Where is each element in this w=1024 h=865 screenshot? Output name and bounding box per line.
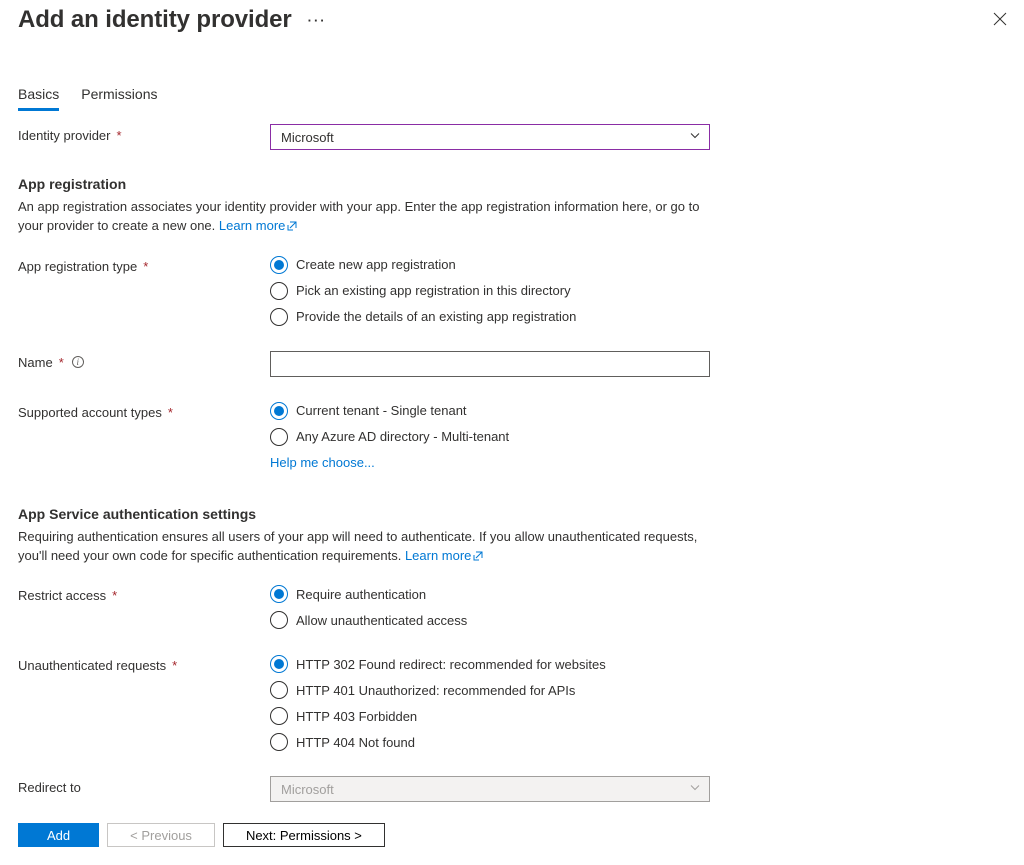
close-button[interactable]	[986, 6, 1014, 34]
field-restrict-access: Restrict access * Require authentication …	[18, 584, 1006, 630]
radio-label: Allow unauthenticated access	[296, 613, 467, 628]
field-supported-account-types: Supported account types * Current tenant …	[18, 401, 1006, 470]
label-text: Unauthenticated requests	[18, 658, 166, 673]
identity-provider-select[interactable]: Microsoft	[270, 124, 710, 150]
required-marker: *	[59, 355, 64, 370]
add-button[interactable]: Add	[18, 823, 99, 847]
chevron-down-icon	[689, 782, 701, 797]
dialog-header: Add an identity provider ···	[18, 0, 1006, 34]
label-text: Restrict access	[18, 588, 106, 603]
help-me-choose-link[interactable]: Help me choose...	[270, 455, 509, 470]
field-name: Name * i	[18, 351, 1006, 377]
external-link-icon	[473, 548, 483, 567]
more-icon[interactable]: ···	[308, 13, 327, 28]
app-registration-desc: An app registration associates your iden…	[18, 198, 718, 237]
previous-button: < Previous	[107, 823, 215, 847]
required-marker: *	[117, 128, 122, 143]
radio-icon	[270, 308, 288, 326]
auth-settings-desc: Requiring authentication ensures all use…	[18, 528, 718, 567]
desc-text: Requiring authentication ensures all use…	[18, 529, 697, 563]
radio-single-tenant[interactable]: Current tenant - Single tenant	[270, 401, 509, 421]
select-value: Microsoft	[281, 782, 334, 797]
redirect-to-label: Redirect to	[18, 776, 270, 795]
radio-icon	[270, 707, 288, 725]
learn-more-link-app-reg[interactable]: Learn more	[219, 218, 297, 233]
identity-provider-label: Identity provider *	[18, 124, 270, 143]
radio-icon	[270, 256, 288, 274]
required-marker: *	[112, 588, 117, 603]
app-registration-type-label: App registration type *	[18, 255, 270, 274]
link-text: Learn more	[405, 548, 471, 563]
tabs: Basics Permissions	[18, 86, 1006, 110]
field-identity-provider: Identity provider * Microsoft	[18, 124, 1006, 150]
label-text: Supported account types	[18, 405, 162, 420]
radio-require-auth[interactable]: Require authentication	[270, 584, 467, 604]
unauthenticated-requests-label: Unauthenticated requests *	[18, 654, 270, 673]
auth-settings-heading: App Service authentication settings	[18, 506, 1006, 522]
radio-multi-tenant[interactable]: Any Azure AD directory - Multi-tenant	[270, 427, 509, 447]
external-link-icon	[287, 218, 297, 237]
radio-label: Require authentication	[296, 587, 426, 602]
field-redirect-to: Redirect to Microsoft	[18, 776, 1006, 802]
radio-http-302[interactable]: HTTP 302 Found redirect: recommended for…	[270, 654, 606, 674]
info-icon[interactable]: i	[72, 356, 84, 368]
tab-permissions[interactable]: Permissions	[81, 86, 157, 111]
app-registration-heading: App registration	[18, 176, 1006, 192]
radio-http-403[interactable]: HTTP 403 Forbidden	[270, 706, 606, 726]
field-unauthenticated-requests: Unauthenticated requests * HTTP 302 Found…	[18, 654, 1006, 752]
chevron-down-icon	[689, 130, 701, 145]
radio-icon	[270, 733, 288, 751]
radio-label: Any Azure AD directory - Multi-tenant	[296, 429, 509, 444]
radio-label: Provide the details of an existing app r…	[296, 309, 576, 324]
radio-create-new[interactable]: Create new app registration	[270, 255, 576, 275]
radio-icon	[270, 282, 288, 300]
unauthenticated-requests-radios: HTTP 302 Found redirect: recommended for…	[270, 654, 606, 752]
radio-http-404[interactable]: HTTP 404 Not found	[270, 732, 606, 752]
required-marker: *	[168, 405, 173, 420]
required-marker: *	[143, 259, 148, 274]
label-text: Name	[18, 355, 53, 370]
radio-label: Pick an existing app registration in thi…	[296, 283, 571, 298]
radio-label: HTTP 404 Not found	[296, 735, 415, 750]
restrict-access-label: Restrict access *	[18, 584, 270, 603]
supported-account-types-radios: Current tenant - Single tenant Any Azure…	[270, 401, 509, 470]
field-app-registration-type: App registration type * Create new app re…	[18, 255, 1006, 327]
redirect-to-select: Microsoft	[270, 776, 710, 802]
next-button[interactable]: Next: Permissions >	[223, 823, 385, 847]
label-text: App registration type	[18, 259, 137, 274]
page-title: Add an identity provider	[18, 6, 292, 34]
radio-label: HTTP 401 Unauthorized: recommended for A…	[296, 683, 575, 698]
required-marker: *	[172, 658, 177, 673]
label-text: Identity provider	[18, 128, 111, 143]
radio-icon	[270, 611, 288, 629]
radio-icon	[270, 402, 288, 420]
radio-icon	[270, 428, 288, 446]
dialog-add-identity-provider: Add an identity provider ··· Basics Perm…	[0, 0, 1024, 865]
select-value: Microsoft	[281, 130, 334, 145]
radio-http-401[interactable]: HTTP 401 Unauthorized: recommended for A…	[270, 680, 606, 700]
radio-label: HTTP 403 Forbidden	[296, 709, 417, 724]
radio-label: Create new app registration	[296, 257, 456, 272]
radio-provide-details[interactable]: Provide the details of an existing app r…	[270, 307, 576, 327]
app-registration-type-radios: Create new app registration Pick an exis…	[270, 255, 576, 327]
desc-text: An app registration associates your iden…	[18, 199, 699, 233]
name-input[interactable]	[270, 351, 710, 377]
radio-icon	[270, 655, 288, 673]
dialog-footer: Add < Previous Next: Permissions >	[18, 811, 1006, 855]
close-icon	[993, 12, 1007, 29]
label-text: Redirect to	[18, 780, 81, 795]
name-label: Name * i	[18, 351, 270, 370]
link-text: Learn more	[219, 218, 285, 233]
radio-label: Current tenant - Single tenant	[296, 403, 467, 418]
radio-allow-unauth[interactable]: Allow unauthenticated access	[270, 610, 467, 630]
radio-icon	[270, 681, 288, 699]
dialog-content: Identity provider * Microsoft App registr…	[18, 110, 1006, 811]
radio-icon	[270, 585, 288, 603]
tab-basics[interactable]: Basics	[18, 86, 59, 111]
radio-pick-existing[interactable]: Pick an existing app registration in thi…	[270, 281, 576, 301]
restrict-access-radios: Require authentication Allow unauthentic…	[270, 584, 467, 630]
supported-account-types-label: Supported account types *	[18, 401, 270, 420]
learn-more-link-auth[interactable]: Learn more	[405, 548, 483, 563]
radio-label: HTTP 302 Found redirect: recommended for…	[296, 657, 606, 672]
